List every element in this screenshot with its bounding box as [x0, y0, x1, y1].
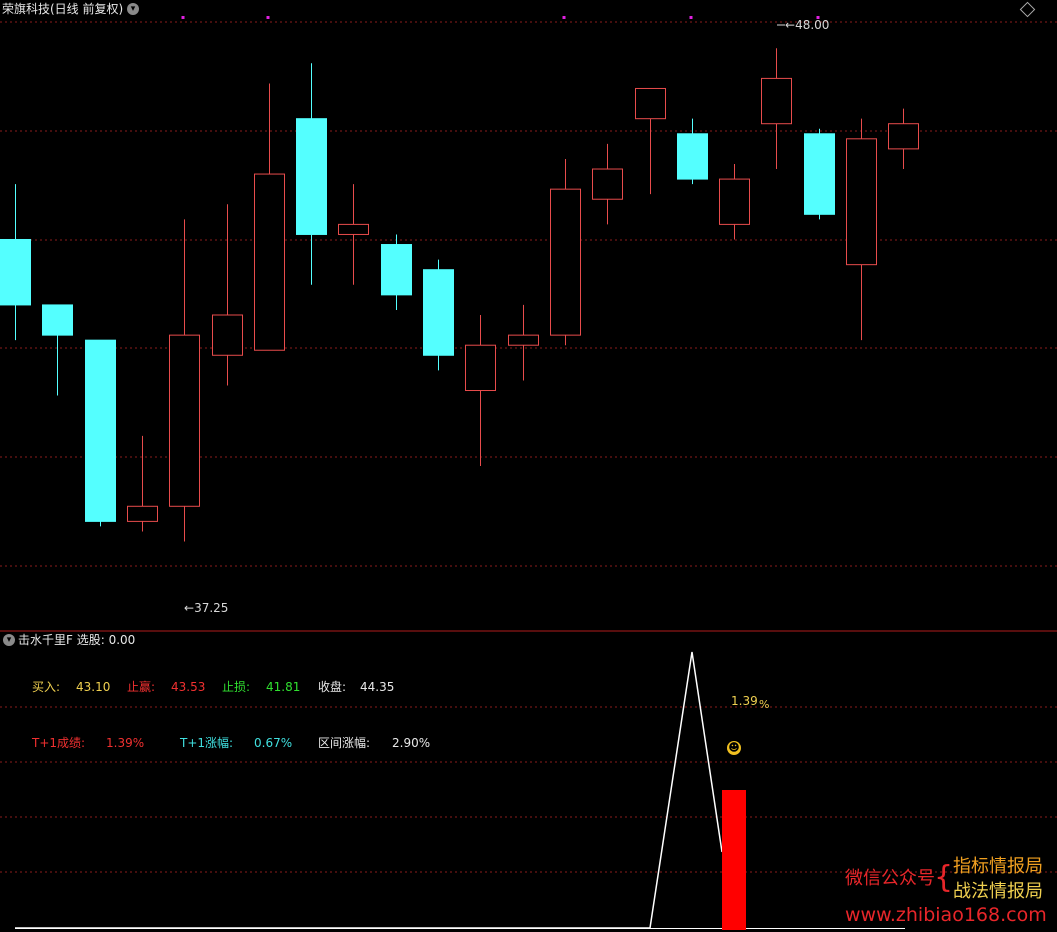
close-label: 收盘:	[318, 680, 347, 694]
candle	[677, 118, 708, 185]
range-change-label: 区间涨幅:	[318, 736, 371, 750]
t1-change-value: 0.67%	[254, 736, 293, 750]
left-arrow-icon: ←	[785, 18, 796, 32]
signal-marker	[562, 16, 566, 19]
signal-bar	[722, 790, 746, 930]
stock-title[interactable]: 荣旗科技(日线 前复权)	[2, 2, 123, 16]
candle	[254, 83, 285, 351]
t1-result-value: 1.39%	[106, 736, 145, 750]
candle-body-down	[677, 133, 708, 180]
candle-body-up	[888, 123, 919, 150]
candle-body-up	[761, 77, 792, 125]
candle	[465, 315, 496, 467]
gridlines	[0, 21, 1057, 873]
high-price-label: ←48.00	[785, 18, 829, 32]
candle-body-up	[169, 334, 200, 507]
candle	[508, 304, 539, 381]
stop-loss-value: 41.81	[266, 680, 301, 694]
high-price-value: 48.00	[795, 18, 830, 32]
candle-body-up	[254, 173, 285, 351]
candle-body-down	[381, 244, 412, 296]
candle-body-up	[508, 334, 539, 346]
brand-name-1: 指标情报局	[953, 856, 1043, 877]
candle-body-up	[465, 344, 496, 392]
candle-body-up	[550, 188, 581, 336]
low-price-value: 37.25	[194, 601, 229, 615]
buy-label: 买入:	[32, 680, 61, 694]
signal-marker	[266, 16, 270, 19]
chevron-down-icon[interactable]: ▾	[127, 3, 139, 15]
candle	[550, 158, 581, 346]
top-markers	[181, 16, 820, 19]
watermark-url[interactable]: www.zhibiao168.com	[845, 904, 1047, 926]
take-profit-label: 止赢:	[127, 680, 156, 694]
candle	[761, 48, 792, 170]
candle-body-up	[719, 178, 750, 225]
close-value: 44.35	[360, 680, 395, 694]
candle-body-up	[338, 223, 369, 235]
annotation-value: 1.39	[731, 694, 758, 708]
indicator-title[interactable]: 击水千里F 选股: 0.00	[18, 633, 135, 647]
low-price-label: ←37.25	[184, 601, 228, 615]
wechat-label: 微信公众号	[845, 868, 935, 889]
t1-change-label: T+1涨幅:	[180, 736, 234, 750]
candle	[635, 87, 666, 195]
left-arrow-icon: ←	[184, 601, 195, 615]
chart-canvas	[0, 16, 1057, 930]
candle-body-up	[127, 505, 158, 522]
brand-name-2: 战法情报局	[953, 881, 1043, 902]
candle	[85, 339, 116, 527]
candle-body-down	[423, 269, 454, 356]
signal-marker	[181, 16, 185, 19]
candle-body-down	[42, 304, 73, 336]
candle	[127, 435, 158, 532]
candle	[888, 108, 919, 170]
candle	[42, 304, 73, 396]
indicator-collapse-icon[interactable]: ▾	[3, 634, 15, 646]
candle	[296, 63, 327, 285]
signal-marker	[689, 16, 693, 19]
candle	[169, 219, 200, 542]
candle	[0, 184, 31, 341]
smiley-icon: ☻	[727, 741, 741, 755]
candle	[719, 163, 750, 240]
candle-body-down	[804, 133, 835, 215]
annotation-unit: %	[759, 698, 770, 711]
candle-body-down	[85, 339, 116, 522]
candle	[804, 128, 835, 220]
candle	[212, 204, 243, 386]
candle-body-up	[635, 87, 666, 120]
range-change-value: 2.90%	[392, 736, 431, 750]
candle	[338, 184, 369, 285]
take-profit-value: 43.53	[171, 680, 206, 694]
candle-body-down	[296, 118, 327, 235]
candle	[592, 143, 623, 225]
brace-glyph: {	[934, 860, 954, 895]
candle	[423, 259, 454, 371]
candle-body-up	[592, 168, 623, 200]
t1-result-label: T+1成绩:	[32, 736, 86, 750]
candle-body-up	[846, 138, 877, 266]
candle	[381, 234, 412, 310]
candle	[846, 118, 877, 341]
stop-loss-label: 止损:	[222, 680, 251, 694]
candle-body-up	[212, 314, 243, 356]
candle-body-down	[0, 238, 31, 306]
candlestick-series	[0, 24, 919, 542]
buy-value: 43.10	[76, 680, 111, 694]
